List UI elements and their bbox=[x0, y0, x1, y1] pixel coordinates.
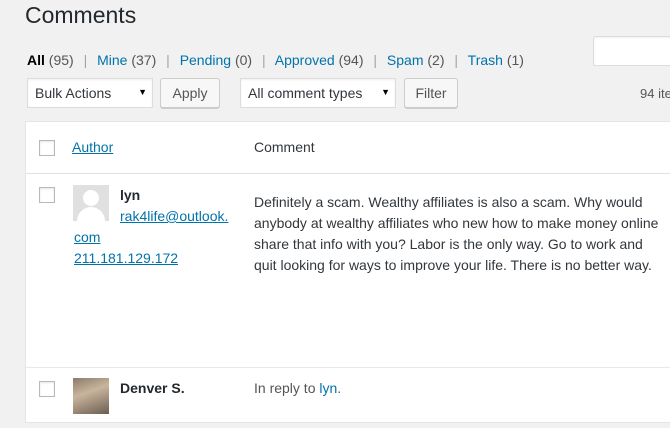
reply-prefix: In reply to bbox=[254, 380, 316, 396]
select-all-checkbox[interactable] bbox=[39, 140, 55, 156]
filter-trash-count: (1) bbox=[506, 52, 524, 68]
comment-text: Definitely a scam. Wealthy affiliates is… bbox=[254, 194, 659, 273]
avatar bbox=[73, 378, 109, 414]
filter-separator: | bbox=[83, 52, 88, 68]
page-title: Comments bbox=[25, 2, 137, 28]
reply-to-link[interactable]: lyn bbox=[319, 380, 337, 396]
dropdown-arrow-icon: ▼ bbox=[381, 87, 390, 97]
comments-table: Author Comment lyn rak4life@outlook. com… bbox=[25, 121, 670, 423]
filter-spam-count: (2) bbox=[427, 52, 445, 68]
filter-trash-link[interactable]: Trash bbox=[468, 52, 503, 68]
search-comments-input[interactable] bbox=[593, 36, 670, 66]
filter-pending-link[interactable]: Pending bbox=[180, 52, 231, 68]
table-row: Denver S. In reply to lyn. bbox=[26, 368, 670, 428]
author-name: lyn bbox=[120, 187, 141, 203]
items-count: 94 ite bbox=[640, 86, 670, 101]
filter-mine-count: (37) bbox=[131, 52, 157, 68]
comment-type-select[interactable]: All comment types ▼ bbox=[240, 78, 396, 108]
filter-spam-link[interactable]: Spam bbox=[387, 52, 424, 68]
author-name: Denver S. bbox=[120, 380, 185, 396]
reply-suffix: . bbox=[337, 380, 342, 396]
bulk-actions-value: Bulk Actions bbox=[35, 85, 112, 101]
comment-status-filters: All (95) | Mine (37) | Pending (0) | App… bbox=[27, 52, 524, 68]
filter-separator: | bbox=[166, 52, 170, 68]
filter-mine-link[interactable]: Mine bbox=[97, 52, 127, 68]
filter-all-link[interactable]: All bbox=[27, 52, 45, 68]
filter-button[interactable]: Filter bbox=[404, 78, 458, 108]
reply-info: In reply to lyn. bbox=[254, 380, 341, 396]
author-email-link-continued[interactable]: com bbox=[74, 227, 100, 248]
filter-approved-count: (94) bbox=[338, 52, 364, 68]
filter-pending-count: (0) bbox=[234, 52, 253, 68]
filter-all-count: (95) bbox=[48, 52, 74, 68]
table-header: Author Comment bbox=[26, 122, 670, 174]
row-checkbox[interactable] bbox=[39, 187, 55, 203]
table-row: lyn rak4life@outlook. com 211.181.129.17… bbox=[26, 174, 670, 368]
author-column-header[interactable]: Author bbox=[72, 139, 113, 155]
comment-column-header: Comment bbox=[254, 139, 315, 155]
filter-separator: | bbox=[373, 52, 378, 68]
row-checkbox[interactable] bbox=[39, 381, 55, 397]
author-ip-link[interactable]: 211.181.129.172 bbox=[74, 248, 178, 269]
comment-type-value: All comment types bbox=[248, 85, 363, 101]
filter-separator: | bbox=[261, 52, 266, 68]
filter-separator: | bbox=[454, 52, 459, 68]
author-email-link[interactable]: rak4life@outlook. bbox=[120, 206, 228, 227]
bulk-actions-select[interactable]: Bulk Actions ▼ bbox=[27, 78, 153, 108]
dropdown-arrow-icon: ▼ bbox=[138, 87, 147, 97]
avatar bbox=[73, 185, 109, 225]
filter-approved-link[interactable]: Approved bbox=[275, 52, 335, 68]
apply-button[interactable]: Apply bbox=[160, 78, 220, 108]
